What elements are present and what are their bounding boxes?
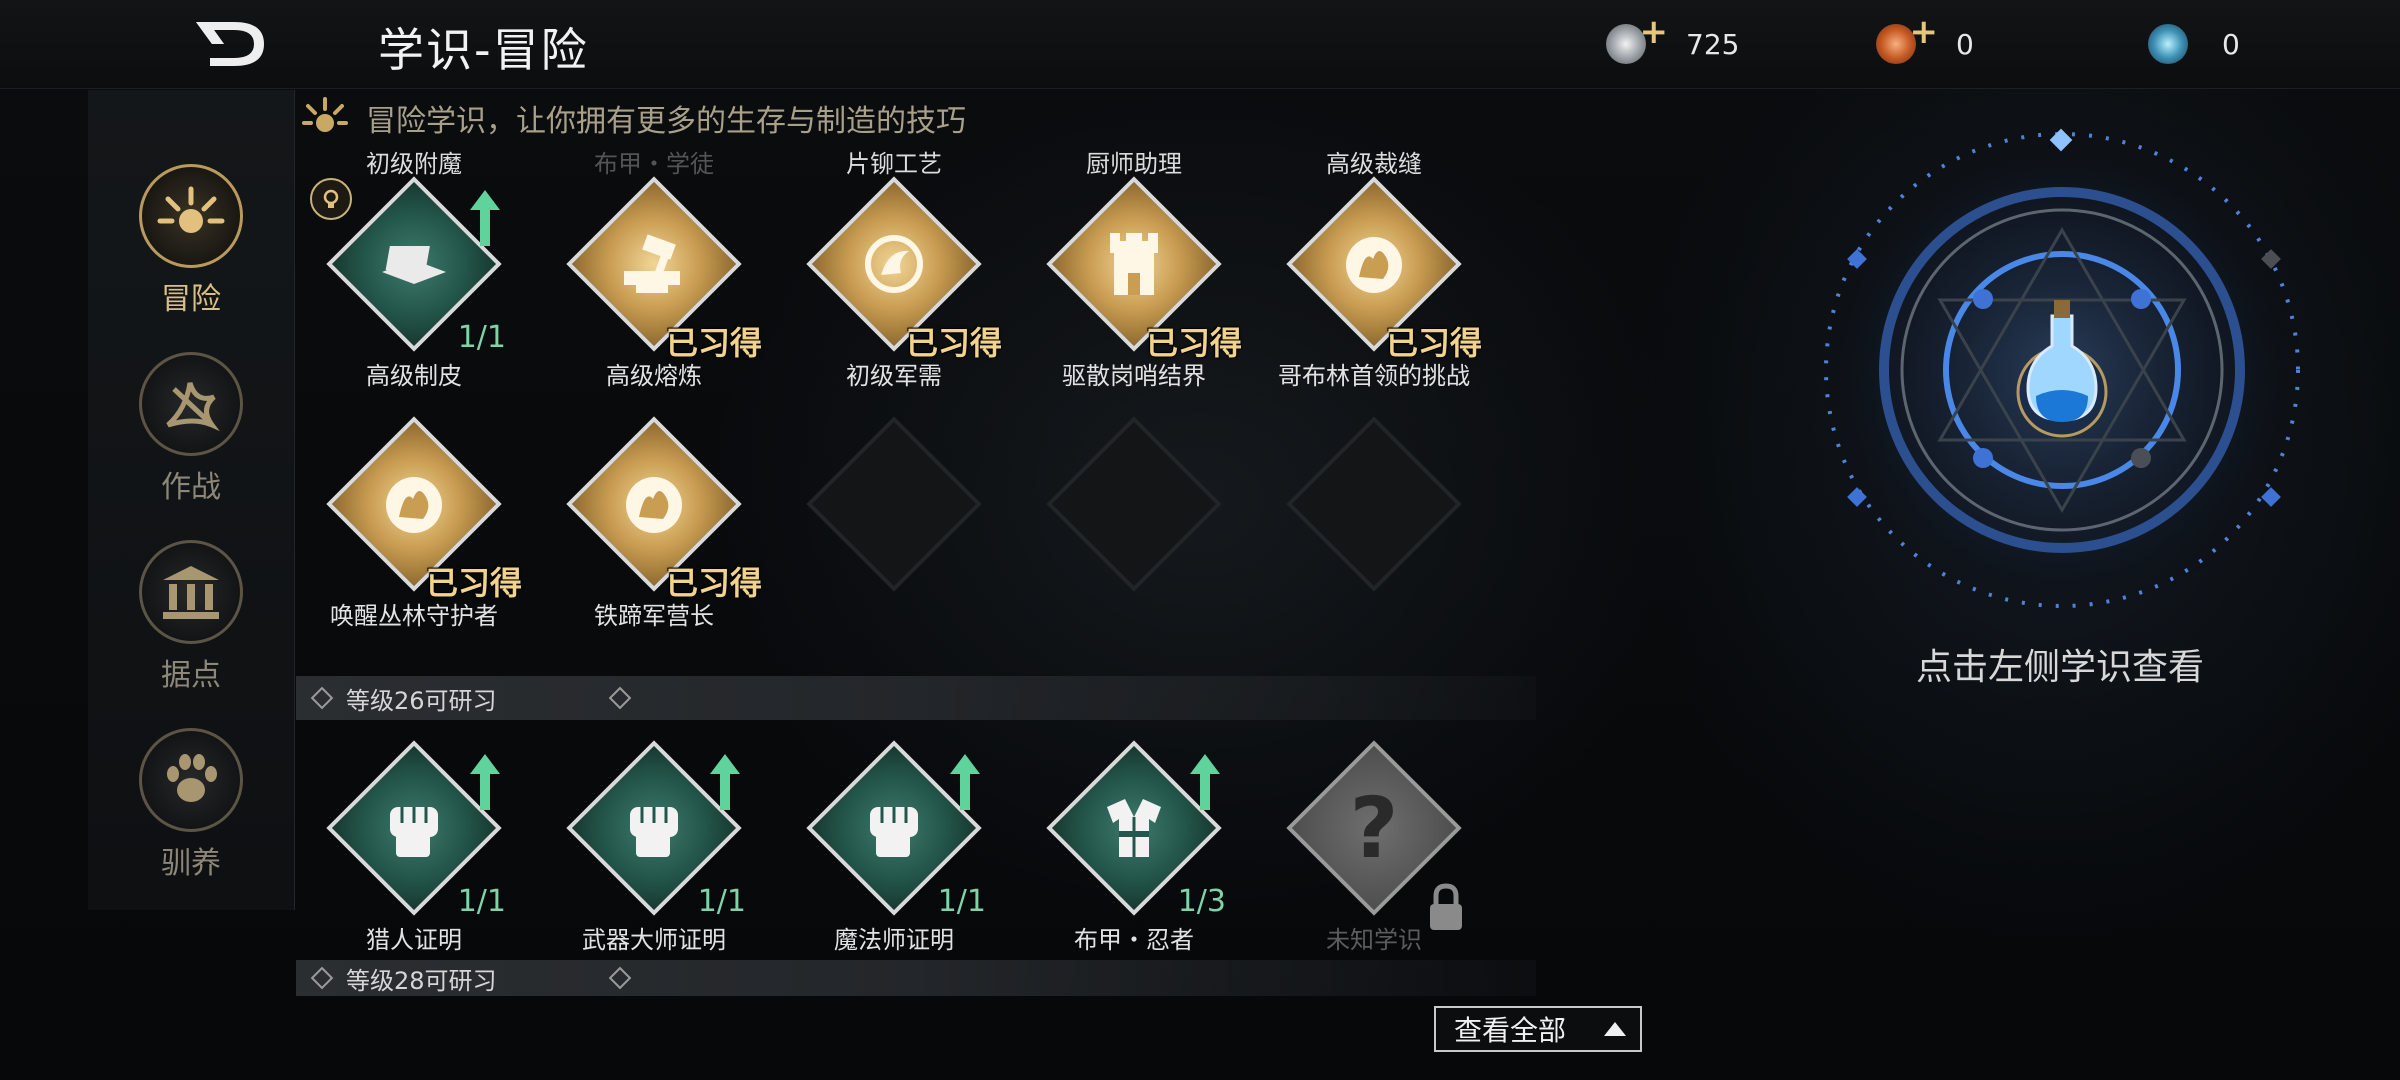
view-all-dropdown[interactable]: 查看全部 (1434, 1006, 1642, 1052)
right-panel-hint: 点击左侧学识查看 (1915, 647, 2204, 688)
upgrade-arrow-icon (1190, 754, 1220, 810)
nav-adventure[interactable]: 冒险 (136, 164, 246, 318)
empty-skill-slot (1034, 388, 1234, 638)
copper-amount: 0 (1956, 27, 1974, 61)
magic-circle-icon (1812, 120, 2312, 620)
skill-progress: 1/1 (697, 884, 746, 919)
temple-icon (139, 540, 243, 644)
skill-card-locked[interactable]: ? 未知学识 (1274, 712, 1474, 962)
dragon-claw-icon (139, 352, 243, 456)
add-silver-button[interactable]: + (1640, 12, 1669, 52)
silver-amount: 725 (1686, 27, 1740, 61)
skill-card[interactable]: 高级裁缝 已习得 哥布林首领的挑战 (1274, 148, 1482, 398)
diamond-bullet-icon (310, 966, 334, 990)
diamond-bullet-icon (608, 686, 632, 710)
crystal-orb-icon (2148, 24, 2188, 64)
nav-label: 据点 (161, 658, 221, 693)
skill-name: 魔法师证明 (834, 926, 954, 954)
upgrade-arrow-icon (470, 190, 500, 246)
nav-stronghold[interactable]: 据点 (136, 540, 246, 694)
skill-card[interactable]: 初级附魔 1/1 高级制皮 (310, 148, 514, 398)
paw-icon (139, 728, 243, 832)
sun-feather-icon (139, 164, 243, 268)
currency-crystal: 0 (2148, 18, 2240, 70)
skill-card[interactable]: 已习得 铁蹄军营长 (554, 388, 762, 638)
skill-name: 武器大师证明 (582, 926, 726, 954)
top-bar: 学识-冒险 + 725 + 0 0 (0, 0, 2400, 89)
prereq-label: 片铆工艺 (846, 150, 942, 178)
empty-skill-slot (1274, 388, 1474, 638)
diamond-bullet-icon (608, 966, 632, 990)
prereq-label: 布甲・学徒 (594, 150, 714, 178)
skill-progress: 1/1 (457, 320, 506, 355)
nav-label: 作战 (161, 470, 221, 505)
upgrade-arrow-icon (710, 754, 740, 810)
skill-name: 高级熔炼 (606, 362, 702, 390)
sun-feather-icon (302, 97, 348, 132)
add-copper-button[interactable]: + (1910, 12, 1939, 52)
skill-name: 唤醒丛林守护者 (330, 602, 498, 630)
skill-card[interactable]: 已习得 唤醒丛林守护者 (314, 388, 522, 638)
skill-name: 未知学识 (1326, 926, 1422, 954)
skill-card[interactable]: 1/1 魔法师证明 (794, 712, 994, 962)
copper-coin-icon: + (1876, 12, 1938, 64)
question-mark: ? (1349, 779, 1399, 877)
potion-magic-circle (1800, 120, 2320, 640)
currency-silver[interactable]: + 725 (1606, 12, 1740, 70)
empty-slot-frame (806, 416, 982, 592)
nav-combat[interactable]: 作战 (136, 352, 246, 506)
skill-name: 猎人证明 (366, 926, 462, 954)
empty-skill-slot (794, 388, 994, 638)
prereq-label: 厨师助理 (1086, 150, 1182, 178)
skill-card[interactable]: 片铆工艺 已习得 初级军需 (794, 148, 1002, 398)
skill-name: 铁蹄军营长 (594, 602, 714, 630)
view-all-label: 查看全部 (1454, 1014, 1567, 1047)
page-title: 学识-冒险 (378, 23, 589, 77)
skill-name: 驱散岗哨结界 (1062, 362, 1206, 390)
skill-card[interactable]: 布甲・学徒 已习得 高级熔炼 (554, 148, 762, 398)
section-label: 等级26可研习 (346, 686, 497, 715)
skill-card[interactable]: 1/3 布甲・忍者 (1034, 712, 1234, 962)
section-label: 等级28可研习 (346, 966, 497, 995)
intro-text: 冒险学识，让你拥有更多的生存与制造的技巧 (366, 104, 966, 139)
prereq-label: 高级裁缝 (1326, 150, 1422, 178)
skill-progress: 1/1 (937, 884, 986, 919)
diamond-bullet-icon (310, 686, 334, 710)
level-section-header: 等级28可研习 (296, 960, 1536, 996)
upgrade-arrow-icon (470, 754, 500, 810)
nav-label: 驯养 (161, 846, 221, 881)
nav-label: 冒险 (161, 282, 221, 317)
skill-name: 高级制皮 (366, 362, 462, 390)
silver-coin-icon: + (1606, 12, 1668, 64)
upgrade-arrow-icon (950, 754, 980, 810)
skill-card[interactable]: 厨师助理 已习得 驱散岗哨结界 (1034, 148, 1242, 398)
nav-taming[interactable]: 驯养 (136, 728, 246, 882)
empty-slot-frame (1286, 416, 1462, 592)
skill-progress: 1/1 (457, 884, 506, 919)
prereq-label: 初级附魔 (366, 150, 462, 178)
skill-card[interactable]: 1/1 武器大师证明 (554, 712, 754, 962)
back-button[interactable] (190, 18, 270, 70)
crystal-amount: 0 (2222, 27, 2240, 61)
triangle-up-icon (1604, 1022, 1626, 1036)
currency-copper[interactable]: + 0 (1876, 12, 1974, 70)
category-sidebar: 冒险 作战 据点 驯养 (88, 90, 295, 910)
skill-progress: 1/3 (1177, 884, 1226, 919)
skill-name: 哥布林首领的挑战 (1278, 362, 1470, 390)
category-intro: 冒险学识，让你拥有更多的生存与制造的技巧 (302, 94, 966, 142)
empty-slot-frame (1046, 416, 1222, 592)
skill-card[interactable]: 1/1 猎人证明 (314, 712, 514, 962)
back-arrow-icon (196, 22, 264, 66)
skill-name: 布甲・忍者 (1074, 926, 1194, 954)
skill-name: 初级军需 (846, 362, 942, 390)
